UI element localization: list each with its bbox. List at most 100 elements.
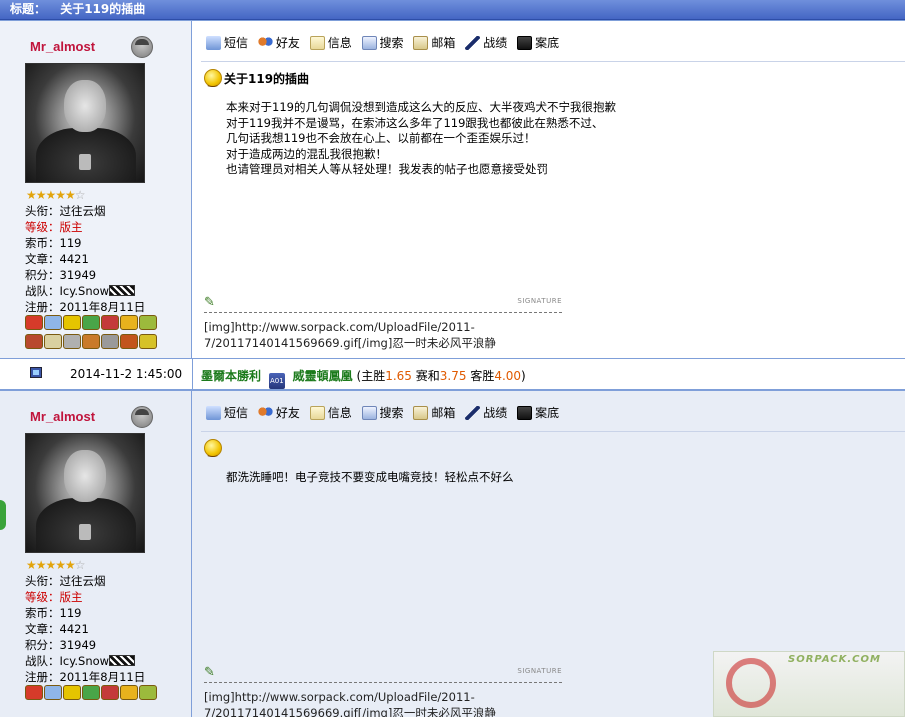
signature-divider: ✎ SIGNATURE [204,665,562,683]
search-icon [361,406,377,420]
medal-icon [44,315,62,330]
smiley-icon [204,69,222,92]
medal-icon [63,685,81,700]
search-button[interactable]: 搜索 [361,33,404,53]
record-button[interactable]: 战绩 [465,33,507,53]
medal-icon [82,334,100,349]
avatar[interactable] [25,63,145,183]
team-badge-icon [109,655,136,666]
online-status-icon [131,36,153,58]
mailbox-icon [413,406,429,420]
vs-icon: A01 [268,373,285,389]
draw-odds: 3.75 [439,369,467,383]
friends-button[interactable]: 好友 [257,403,300,423]
medal-icon [25,685,43,700]
mailbox-button[interactable]: 邮箱 [413,33,455,53]
search-icon [361,36,377,50]
post-body-line: 都洗洗睡吧！电子竞技不要变成电嘴竞技！轻松点不好么 [226,470,514,484]
post-date: 2014-11-2 1:45:00 [70,367,183,381]
user-level: 版主 [59,220,83,234]
rank-stars: ★★★★★☆ [26,558,86,572]
record-icon [465,36,481,50]
medal-icon [139,315,157,330]
medal-icon [139,334,157,349]
signature-label: SIGNATURE [517,667,562,675]
info-button[interactable]: 信息 [309,403,352,423]
friends-button[interactable]: 好友 [257,33,300,53]
medal-row [25,315,167,353]
post-2-user-panel: Mr_almost ★★★★★☆ 头衔：过往云烟 等级：版主 索币：119 文章… [0,391,192,717]
message-icon [206,406,221,420]
medal-icon [63,315,81,330]
thread-title-label: 标题： [10,2,47,16]
friends-icon [257,36,273,50]
medal-icon [25,334,43,349]
user-team[interactable]: Icy.Snow [60,284,110,298]
medal-icon [120,315,138,330]
medal-icon [101,334,119,349]
medal-icon [82,685,100,700]
info-button[interactable]: 信息 [309,33,352,53]
medal-icon [82,315,100,330]
post-body-line: 也请管理员对相关人等从轻处理！我发表的帖子也愿意接受处罚 [226,162,548,176]
online-status-icon [131,406,153,428]
logo-ring-icon [726,658,776,708]
signature-label: SIGNATURE [517,297,562,305]
side-tab[interactable] [0,500,6,530]
avatar[interactable] [25,433,145,553]
home-team: 墨爾本勝利 [201,369,262,383]
post-title [204,439,224,462]
user-level: 版主 [59,590,83,604]
case-file-button[interactable]: 案底 [517,33,559,53]
site-logo: SORPACK.COM [713,651,905,717]
info-icon [309,36,325,50]
toolbar-divider [201,61,905,62]
mailbox-button[interactable]: 邮箱 [413,403,455,423]
post-footer-bar: 2014-11-2 1:45:00 墨爾本勝利 A01 威靈頓鳳凰 (主胜1.6… [0,358,905,390]
user-info: 头衔：过往云烟 等级：版主 索币：119 文章：4421 积分：31949 战队… [25,204,146,314]
username-link[interactable]: Mr_almost [30,409,95,424]
user-registered: 2011年8月11日 [59,300,146,314]
medal-icon [101,685,119,700]
post-1: Mr_almost ★★★★★☆ 头衔：过往云烟 等级：版主 索币：119 文章… [0,20,905,358]
medal-icon [63,334,81,349]
case-file-button[interactable]: 案底 [517,403,559,423]
user-articles: 4421 [59,622,89,636]
user-registered: 2011年8月11日 [59,670,146,684]
signature-block: ✎ SIGNATURE [img]http://www.sorpack.com/… [204,665,562,717]
record-button[interactable]: 战绩 [465,403,507,423]
smiley-icon [204,439,222,462]
mailbox-icon [413,36,429,50]
medal-icon [101,315,119,330]
medal-icon [25,315,43,330]
post-toolbar: 短信 好友 信息 搜索 邮箱 战绩 案底 [206,403,565,423]
signature-text: [img]http://www.sorpack.com/UploadFile/2… [204,320,496,350]
medal-icon [120,334,138,349]
case-file-icon [517,406,533,420]
signature-divider: ✎ SIGNATURE [204,295,562,313]
rank-stars: ★★★★★☆ [26,188,86,202]
username-link[interactable]: Mr_almost [30,39,95,54]
user-coins: 119 [59,236,82,250]
team-badge-icon [109,285,136,296]
home-odds: 1.65 [385,369,412,383]
post-body: 本来对于119的几句调侃没想到造成这么大的反应、大半夜鸡犬不宁我很抱歉 对于11… [226,100,616,178]
user-points: 31949 [59,268,97,282]
signature-text: [img]http://www.sorpack.com/UploadFile/2… [204,690,496,717]
pen-icon: ✎ [204,665,215,680]
match-odds[interactable]: 墨爾本勝利 A01 威靈頓鳳凰 (主胜1.65 赛和3.75 客胜4.00) [201,367,526,389]
user-info: 头衔：过往云烟 等级：版主 索币：119 文章：4421 积分：31949 战队… [25,574,146,684]
user-points: 31949 [59,638,97,652]
user-team[interactable]: Icy.Snow [60,654,110,668]
info-icon [309,406,325,420]
message-button[interactable]: 短信 [206,403,248,423]
user-coins: 119 [59,606,82,620]
toolbar-divider [201,431,905,432]
medal-icon [44,334,62,349]
case-file-icon [517,36,533,50]
post-body-line: 几句话我想119也不会放在心上、以前都在一个歪歪娱乐过！ [226,131,536,145]
medal-icon [44,685,62,700]
search-button[interactable]: 搜索 [361,403,404,423]
pen-icon: ✎ [204,295,215,310]
message-button[interactable]: 短信 [206,33,248,53]
